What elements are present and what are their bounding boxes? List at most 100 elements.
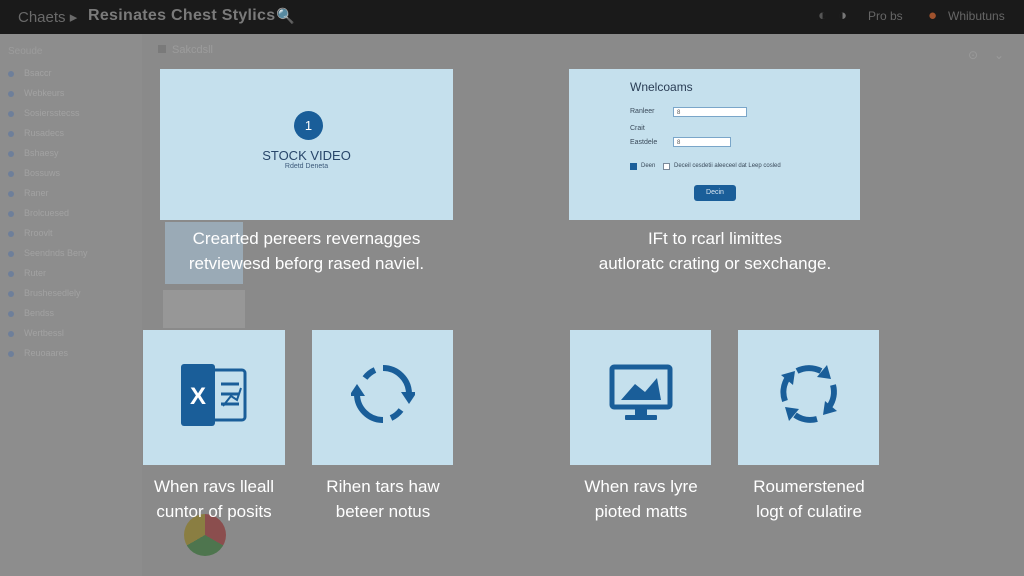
bullet-icon — [8, 270, 14, 277]
bullet-icon — [8, 210, 14, 217]
sidebar-item[interactable]: Rusadecs — [8, 128, 64, 140]
bullet-icon — [8, 250, 14, 257]
sidebar: Seoude Bsaccr Webkeurs Sosiersstecss Rus… — [0, 34, 142, 576]
caption-line: autloratc crating or sexchange. — [598, 254, 832, 273]
sidebar-item[interactable]: Webkeurs — [8, 88, 64, 100]
bullet-icon — [8, 130, 14, 137]
caption-line: cuntor of posits — [156, 502, 272, 521]
caption-line: pioted matts — [594, 502, 688, 521]
sidebar-item[interactable]: Sosiersstecss — [8, 108, 80, 120]
video-card[interactable] — [160, 69, 453, 220]
text-field[interactable]: 8 — [673, 137, 731, 147]
caption-line: Roumerstened — [753, 477, 865, 496]
sidebar-item-label: Bshaesy — [24, 148, 59, 158]
sidebar-item-label: Reuoaares — [24, 348, 69, 358]
sidebar-item-label: Wertbessl — [24, 328, 64, 338]
sidebar-item[interactable]: Brolcuesed — [8, 208, 69, 220]
chevron-down-icon[interactable]: ⌄ — [994, 48, 1004, 62]
submit-button[interactable]: Decin — [694, 185, 736, 201]
bullet-icon — [8, 290, 14, 297]
bullet-icon — [8, 90, 14, 97]
sidebar-item-label: Ruter — [24, 268, 47, 278]
bullet-icon — [8, 170, 14, 177]
sidebar-item[interactable]: Wertbessl — [8, 328, 64, 340]
avatar[interactable]: ● — [928, 7, 937, 24]
text-field[interactable]: 8 — [673, 107, 747, 117]
sidebar-item[interactable]: Ruter — [8, 268, 46, 280]
sidebar-item-label: Brushesedlely — [24, 288, 81, 298]
caption: Rihen tars haw beteer notus — [297, 474, 469, 524]
caption-line: Rihen tars haw — [326, 477, 440, 496]
caption-line: beteer notus — [335, 502, 431, 521]
sidebar-item[interactable]: Brushesedlely — [8, 288, 81, 300]
field-label: Eastdele — [630, 139, 658, 146]
thumbnail — [163, 290, 245, 328]
caption-line: When ravs lyre — [584, 477, 698, 496]
sidebar-item-label: Bsaccr — [24, 68, 52, 78]
refresh-tile[interactable] — [738, 330, 879, 465]
caption-line: retviewesd beforg rased naviel. — [188, 254, 425, 273]
sync-tile[interactable] — [312, 330, 453, 465]
sidebar-item-label: Bossuws — [24, 168, 61, 178]
monitor-icon — [609, 364, 673, 420]
app-menu[interactable]: Chaets ▸ — [18, 8, 77, 26]
video-title: STOCK VIDEO — [262, 148, 351, 163]
caption-line: Crearted pereers revernagges — [192, 229, 421, 248]
caption-line: IFt to rcarl limittes — [647, 229, 783, 248]
caption-line: logt of culatire — [756, 502, 862, 521]
monitor-tile[interactable] — [570, 330, 711, 465]
bullet-icon — [8, 110, 14, 117]
bullet-icon — [8, 230, 14, 237]
field-label: Ranleer — [630, 108, 655, 115]
caption: When ravs lyre pioted matts — [555, 474, 727, 524]
svg-text:X: X — [190, 383, 206, 410]
bullet-icon — [8, 190, 14, 197]
sidebar-item[interactable]: Bendss — [8, 308, 54, 320]
theme-icon[interactable]: ◑ — [838, 7, 847, 24]
sidebar-item[interactable]: Bshaesy — [8, 148, 59, 160]
sidebar-item[interactable]: Rroovlt — [8, 228, 53, 240]
bullet-icon — [8, 310, 14, 317]
sidebar-item[interactable]: Bossuws — [8, 168, 60, 180]
sidebar-item-label: Bendss — [24, 308, 55, 318]
bullet-icon — [8, 150, 14, 157]
caption: Crearted pereers revernagges retviewesd … — [160, 226, 453, 276]
plan-link[interactable]: Pro bs — [868, 9, 903, 23]
user-menu[interactable]: Whibutuns — [948, 9, 1005, 23]
sidebar-item[interactable]: Bsaccr — [8, 68, 52, 80]
sidebar-item-label: Rroovlt — [24, 228, 53, 238]
status-icon[interactable]: ◐ — [818, 7, 827, 24]
sidebar-item[interactable]: Raner — [8, 188, 49, 200]
caption-line: When ravs lleall — [154, 477, 274, 496]
refresh-icon — [780, 365, 837, 423]
section-heading: Sakcdsll — [158, 44, 213, 56]
sidebar-item-label: Raner — [24, 188, 49, 198]
checkbox-checked[interactable] — [630, 163, 637, 170]
field-label: Crait — [630, 125, 645, 132]
checkbox[interactable] — [663, 163, 670, 170]
sidebar-item[interactable]: Reuoaares — [8, 348, 68, 360]
step-badge: 1 — [294, 111, 323, 140]
section-heading-label: Sakcdsll — [172, 44, 213, 56]
folder-icon — [158, 45, 166, 53]
form-title: Wnelcoams — [630, 80, 693, 94]
sidebar-item-label: Rusadecs — [24, 128, 65, 138]
app-topbar: Chaets ▸ Resinates Chest Stylics 🔍 ◐ ◑ P… — [0, 0, 1024, 34]
sidebar-item-label: Seendnds Beny — [24, 248, 88, 258]
sidebar-item-label: Brolcuesed — [24, 208, 70, 218]
excel-tile[interactable]: X — [143, 330, 285, 465]
checkbox-label: Deen — [641, 163, 656, 169]
checkbox-label: Deceil cesdetii aleeceel dat Leep cosled — [674, 163, 781, 169]
app-title: Resinates Chest Stylics — [88, 7, 276, 24]
sidebar-item[interactable]: Seendnds Beny — [8, 248, 88, 260]
bullet-icon — [8, 350, 14, 357]
sidebar-item-label: Webkeurs — [24, 88, 65, 98]
caption: IFt to rcarl limittes autloratc crating … — [560, 226, 870, 276]
info-icon[interactable]: ⊙ — [968, 48, 978, 62]
sidebar-heading: Seoude — [8, 46, 43, 57]
sync-icon — [351, 365, 415, 423]
search-icon[interactable]: 🔍 — [276, 7, 295, 25]
bullet-icon — [8, 70, 14, 77]
caption: When ravs lleall cuntor of posits — [128, 474, 300, 524]
sidebar-item-label: Sosiersstecss — [24, 108, 80, 118]
